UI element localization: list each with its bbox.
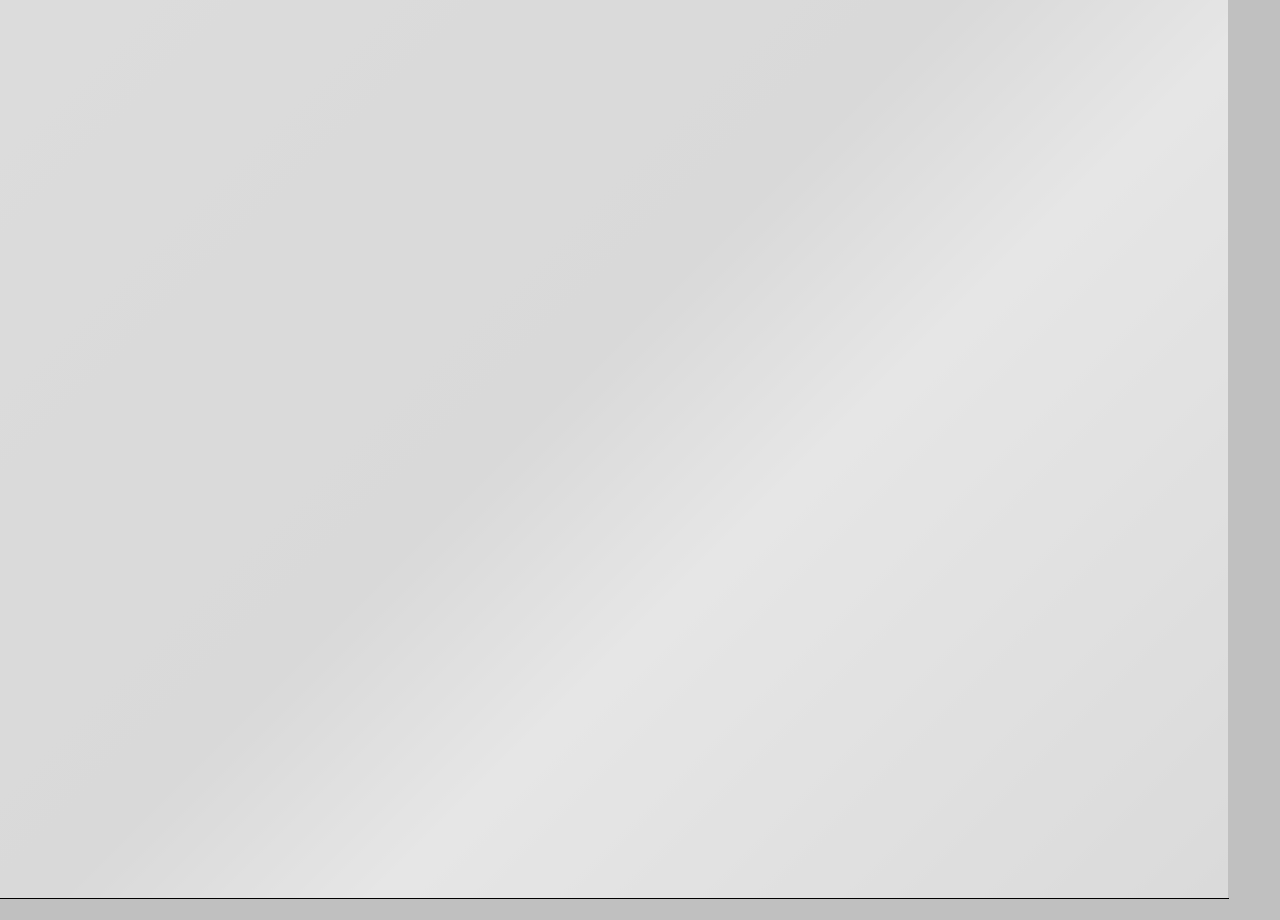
time-scale[interactable] — [0, 899, 1228, 920]
chart-plot-area[interactable] — [0, 0, 1229, 899]
chart-canvas — [0, 0, 1228, 898]
trading-chart-window — [0, 0, 1280, 920]
price-scale[interactable] — [1228, 0, 1280, 898]
